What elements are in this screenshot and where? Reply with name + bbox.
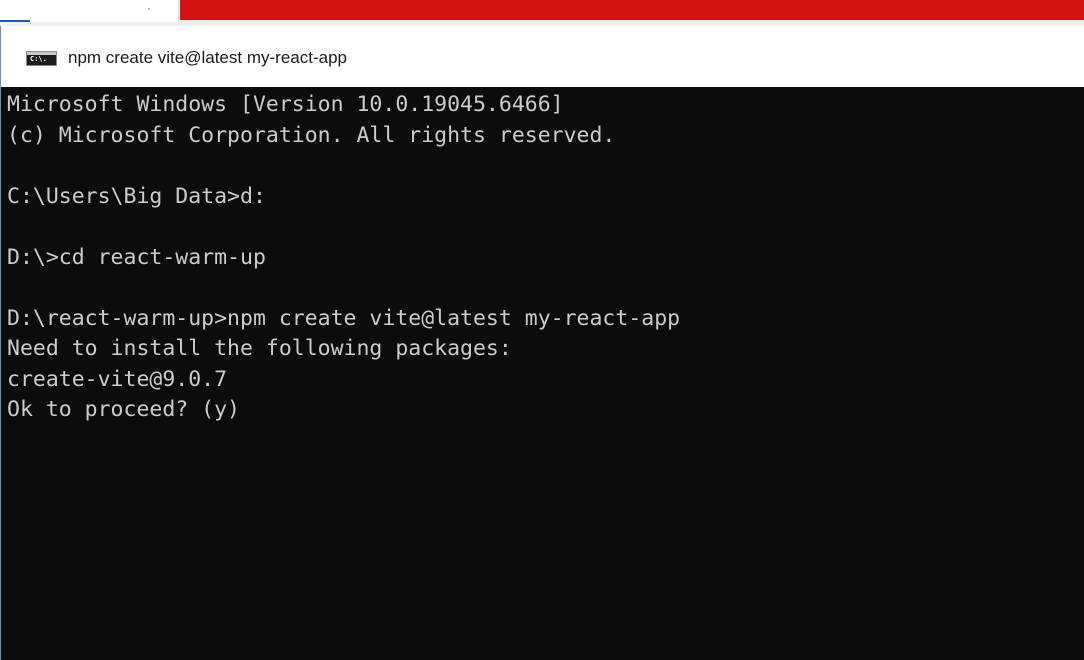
background-window-tab[interactable] bbox=[0, 0, 179, 22]
console-line: (c) Microsoft Corporation. All rights re… bbox=[7, 122, 616, 148]
console-window[interactable]: C:\. npm create vite@latest my-react-app… bbox=[0, 26, 1084, 660]
tab-underline bbox=[0, 20, 30, 22]
console-line: C:\Users\Big Data>d: bbox=[7, 183, 266, 209]
title-bar[interactable]: C:\. npm create vite@latest my-react-app bbox=[1, 26, 1084, 88]
console-line: Ok to proceed? (y) bbox=[7, 397, 240, 422]
console-line: Microsoft Windows [Version 10.0.19045.64… bbox=[7, 92, 564, 117]
console-icon-label: C:\. bbox=[30, 55, 47, 63]
background-window-strip bbox=[0, 0, 1084, 26]
tab-mark bbox=[148, 8, 150, 10]
console-line: D:\react-warm-up>npm create vite@latest … bbox=[7, 305, 681, 331]
console-lines: Microsoft Windows [Version 10.0.19045.64… bbox=[7, 90, 680, 426]
console-line: Need to install the following packages: bbox=[7, 336, 512, 361]
console-line: create-vite@9.0.7 bbox=[7, 366, 228, 392]
console-output-area[interactable]: Microsoft Windows [Version 10.0.19045.64… bbox=[1, 87, 1084, 660]
background-red-bar bbox=[180, 0, 1084, 20]
window-title: npm create vite@latest my-react-app bbox=[68, 48, 347, 67]
screen: C:\. npm create vite@latest my-react-app… bbox=[0, 0, 1084, 660]
console-icon[interactable]: C:\. bbox=[26, 51, 57, 66]
console-line: D:\>cd react-warm-up bbox=[7, 244, 266, 270]
